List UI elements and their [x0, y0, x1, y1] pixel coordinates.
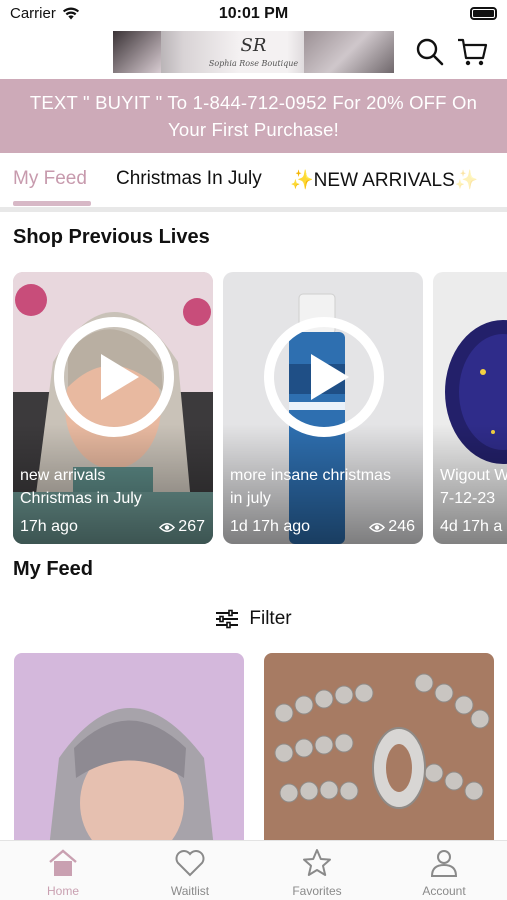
sliders-icon — [216, 609, 239, 629]
search-icon[interactable] — [414, 36, 446, 68]
live-title-line-1: new arrivals — [20, 467, 106, 484]
status-time: 10:01 PM — [218, 5, 289, 22]
nav-waitlist[interactable]: Waitlist — [127, 841, 253, 900]
live-title: more insane christmas in july — [230, 464, 417, 510]
star-icon — [303, 849, 331, 876]
feed-card[interactable] — [264, 653, 494, 848]
live-card[interactable]: Wigout W 7-12-23 4d 17h a — [433, 272, 507, 544]
play-icon[interactable] — [263, 316, 385, 438]
eye-icon — [369, 522, 386, 532]
previous-lives-carousel[interactable]: new arrivals Christmas in July 17h ago 2… — [13, 272, 507, 544]
nav-home-label: Home — [46, 884, 79, 898]
home-icon — [49, 849, 77, 876]
promo-banner[interactable]: TEXT " BUYIT " To 1-844-712-0952 For 20%… — [0, 79, 507, 153]
nav-account-label: Account — [422, 884, 466, 898]
live-title-line-2: Christmas in July — [20, 490, 142, 507]
live-views: 267 — [159, 518, 205, 536]
live-age: 1d 17h ago — [230, 518, 311, 535]
nav-favorites[interactable]: Favorites — [254, 841, 380, 900]
view-count: 267 — [178, 518, 205, 535]
tabs-divider — [0, 207, 507, 212]
view-count: 246 — [388, 518, 415, 535]
sparkles-icon: ✨ — [454, 170, 479, 191]
nav-home[interactable]: Home — [0, 841, 126, 900]
live-title-line-2: in july — [230, 490, 271, 507]
logo-subtitle: Sophia Rose Boutique — [208, 59, 299, 68]
tab-my-feed[interactable]: My Feed — [13, 168, 87, 190]
heart-icon — [175, 850, 205, 877]
tab-new-arrivals[interactable]: ✨NEW ARRIVALS✨ — [290, 168, 478, 192]
promo-line-2: Your First Purchase! — [168, 119, 339, 140]
nav-waitlist-label: Waitlist — [170, 884, 210, 898]
filter-button[interactable]: Filter — [0, 604, 507, 634]
live-title-line-2: 7-12-23 — [440, 490, 496, 507]
feed-image — [14, 653, 244, 848]
brand-logo[interactable]: SR Sophia Rose Boutique — [113, 31, 394, 73]
feed-card[interactable] — [14, 653, 244, 848]
live-views: 246 — [369, 518, 415, 536]
live-title-line-1: more insane christmas — [230, 467, 391, 484]
tab-new-arrivals-label: NEW ARRIVALS — [313, 170, 455, 191]
app-header: SR Sophia Rose Boutique — [0, 28, 507, 78]
battery-icon — [470, 7, 497, 20]
live-title-line-1: Wigout W — [440, 467, 507, 484]
nav-account[interactable]: Account — [381, 841, 507, 900]
live-title: new arrivals Christmas in July — [20, 464, 207, 510]
eye-icon — [159, 522, 176, 532]
status-bar: Carrier 10:01 PM — [0, 0, 507, 28]
bottom-tab-bar: Home Waitlist Favorites Account — [0, 840, 507, 900]
section-title-my-feed: My Feed — [13, 558, 94, 580]
filter-label: Filter — [249, 608, 292, 629]
live-card[interactable]: new arrivals Christmas in July 17h ago 2… — [13, 272, 213, 544]
live-age: 17h ago — [20, 518, 78, 535]
feed-image — [264, 653, 494, 848]
logo-monogram: SR — [240, 35, 267, 56]
cart-icon[interactable] — [456, 36, 488, 68]
play-icon[interactable] — [53, 316, 175, 438]
nav-favorites-label: Favorites — [292, 884, 342, 898]
tab-christmas-in-july[interactable]: Christmas In July — [116, 168, 262, 190]
live-title: Wigout W 7-12-23 — [440, 464, 507, 510]
promo-line-1: TEXT " BUYIT " To 1-844-712-0952 For 20%… — [29, 92, 478, 113]
section-title-previous-lives: Shop Previous Lives — [13, 226, 210, 248]
live-age: 4d 17h a — [440, 518, 503, 535]
live-card[interactable]: more insane christmas in july 1d 17h ago… — [223, 272, 423, 544]
category-tabs: My Feed Christmas In July ✨NEW ARRIVALS✨ — [0, 153, 507, 207]
person-icon — [430, 850, 458, 877]
active-tab-indicator — [13, 201, 91, 206]
sparkles-icon: ✨ — [290, 170, 314, 191]
